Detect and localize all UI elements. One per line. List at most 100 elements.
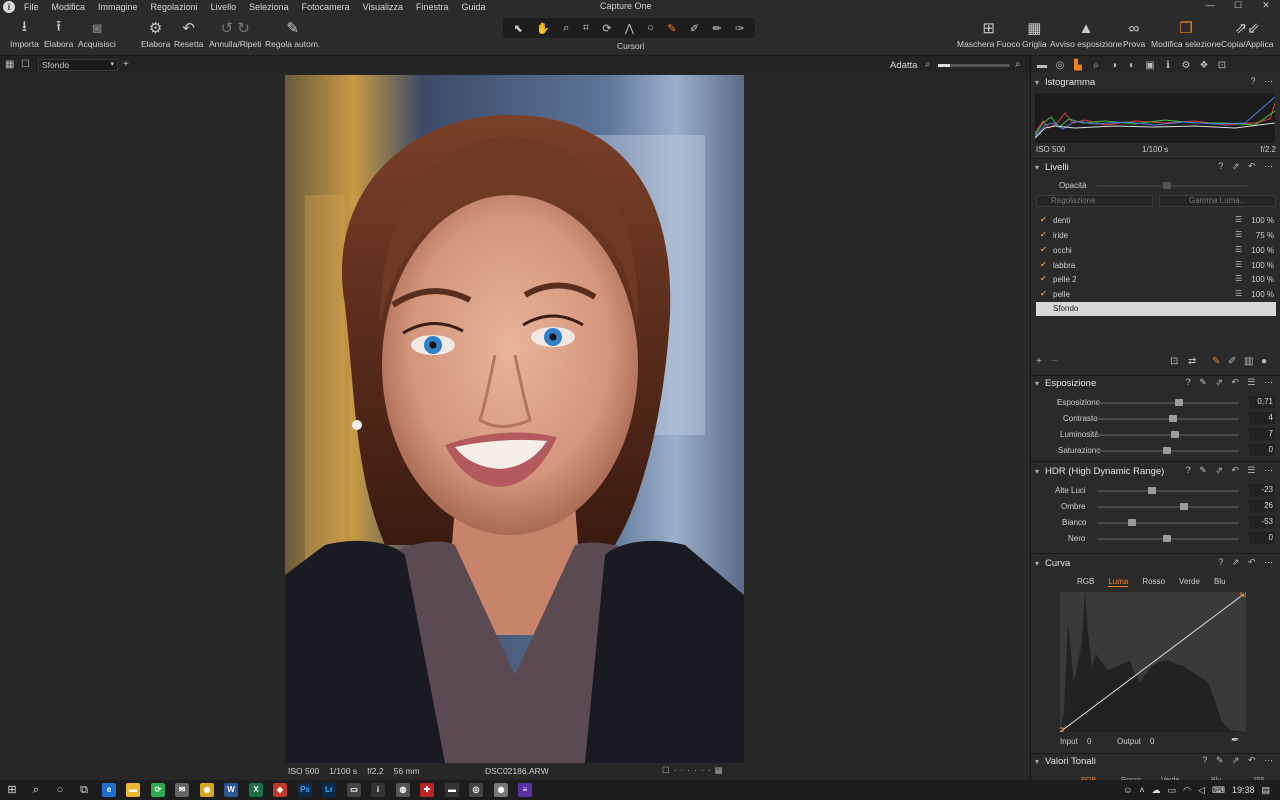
single-view-icon[interactable]: ☐ [21, 59, 30, 70]
mail-icon[interactable]: ✉ [175, 783, 189, 797]
picker-cursor-icon[interactable]: ✑ [735, 22, 744, 35]
layer-row[interactable]: ✔ pelle ☰ 100 % [1036, 288, 1276, 302]
photoshop-icon[interactable]: Ps [298, 783, 312, 797]
highlights-slider[interactable] [1097, 490, 1239, 492]
black-slider-thumb[interactable] [1163, 535, 1171, 542]
excel-icon[interactable]: X [249, 783, 263, 797]
edge-icon[interactable]: e [102, 783, 116, 797]
contrast-value[interactable]: 4 [1249, 412, 1275, 424]
opacity-slider[interactable] [1097, 185, 1247, 187]
mask-view-icon[interactable]: ⊡ [1170, 356, 1178, 367]
menu-seleziona[interactable]: Seleziona [249, 2, 289, 12]
keystone-cursor-icon[interactable]: ⋀ [625, 22, 634, 35]
search-icon[interactable]: ⌕ [29, 783, 43, 797]
menu-finestra[interactable]: Finestra [416, 2, 449, 12]
globe-icon[interactable]: ◍ [396, 783, 410, 797]
tab-blu[interactable]: Blu [1214, 577, 1226, 587]
histogram-header[interactable]: ▾ Istogramma ? ⋯ [1031, 75, 1280, 90]
opacity-slider-thumb[interactable] [1163, 182, 1171, 189]
wifi-icon[interactable]: ◠ [1183, 785, 1191, 796]
windows-start-icon[interactable]: ⊞ [5, 783, 19, 797]
exposure-value[interactable]: 0,71 [1249, 396, 1275, 408]
clock[interactable]: 19:38 [1232, 785, 1255, 795]
checkmark-icon[interactable]: ✔ [1040, 274, 1047, 283]
remove-layer-icon[interactable]: − [1052, 356, 1058, 367]
task-view-icon[interactable]: ⧉ [77, 783, 91, 797]
close-icon[interactable]: ✕ [1252, 0, 1280, 11]
white-slider-thumb[interactable] [1128, 519, 1136, 526]
styles-tab-icon[interactable]: ❖ [1198, 60, 1210, 71]
volume-icon[interactable]: ◁ [1198, 785, 1205, 796]
rotate-cursor-icon[interactable]: ⟳ [602, 22, 611, 35]
capture-one-taskbar-icon[interactable]: i [371, 783, 385, 797]
radial-gradient-icon[interactable]: ● [1261, 356, 1267, 367]
capture-button[interactable]: ◙ Acquisisci [78, 18, 116, 50]
checkmark-icon[interactable]: ✔ [1040, 260, 1047, 269]
adjust-icon[interactable]: ☰ [1235, 215, 1242, 224]
pan-cursor-icon[interactable]: ✋ [536, 22, 550, 35]
chevron-up-icon[interactable]: ˄ [1139, 785, 1144, 795]
menu-file[interactable]: File [24, 2, 39, 12]
undo-redo-button[interactable]: ↺ ↻ Annulla/Ripeti [209, 18, 261, 49]
keyboard-icon[interactable]: ⌨ [1212, 785, 1225, 796]
library-tab-icon[interactable]: ▬ [1036, 60, 1048, 71]
select-cursor-icon[interactable]: ⬉ [514, 22, 523, 35]
exposure-slider-thumb[interactable] [1175, 399, 1183, 406]
layer-row[interactable]: ✔ labbra ☰ 100 % [1036, 259, 1276, 273]
add-layer-icon[interactable]: + [1036, 356, 1042, 367]
adjust-icon[interactable]: ☰ [1235, 289, 1242, 298]
shadows-slider[interactable] [1097, 506, 1239, 508]
adjust-tab-icon[interactable]: ▙ [1072, 60, 1084, 71]
erase-cursor-icon[interactable]: ✐ [690, 22, 699, 35]
checkmark-icon[interactable]: ✔ [1040, 215, 1047, 224]
metadata-tab-icon[interactable]: ℹ [1162, 60, 1174, 71]
menu-guida[interactable]: Guida [462, 2, 486, 12]
minimize-icon[interactable]: — [1196, 0, 1224, 11]
sync-icon[interactable]: ⟳ [151, 783, 165, 797]
loupe-cursor-icon[interactable]: ⌕ [563, 22, 569, 35]
media-icon[interactable]: ◎ [469, 783, 483, 797]
section-menu-icon[interactable]: ? ⇗ ↶ ⋯ [1218, 161, 1276, 172]
layer-row[interactable]: ✔ pelle 2 ☰ 100 % [1036, 273, 1276, 287]
grid-view-icon[interactable]: ▦ [5, 59, 14, 70]
curve-editor[interactable] [1057, 590, 1247, 734]
draw-mask-icon[interactable]: ✎ [1212, 356, 1220, 367]
brightness-slider[interactable] [1097, 434, 1239, 436]
brightness-slider-thumb[interactable] [1171, 431, 1179, 438]
menu-immagine[interactable]: Immagine [98, 2, 138, 12]
contrast-slider-thumb[interactable] [1169, 415, 1177, 422]
section-menu-icon[interactable]: ? ✎ ⇗ ↶ ☰ ⋯ [1186, 465, 1276, 476]
edit-selection-button[interactable]: ❐ Modifica selezione [1151, 18, 1221, 49]
brush-cursor-icon[interactable]: ✎ [667, 22, 676, 35]
app2-icon[interactable]: ≡ [518, 783, 532, 797]
proof-button[interactable]: ∞ Prova [1123, 18, 1145, 50]
exposure-header[interactable]: ▾ Esposizione ? ✎ ⇗ ↶ ☰ ⋯ [1031, 376, 1280, 391]
process-gear-button[interactable]: ⚙ Elabora [141, 18, 170, 49]
layers-header[interactable]: ▾ Livelli ? ⇗ ↶ ⋯ [1031, 160, 1280, 175]
maximize-icon[interactable]: ☐ [1224, 0, 1252, 11]
tool-icon[interactable]: ✚ [420, 783, 434, 797]
notification-icon[interactable]: ▤ [1261, 785, 1270, 796]
color-tab-icon[interactable]: ◑ [1108, 60, 1120, 71]
layer-row[interactable]: ✔ iride ☰ 75 % [1036, 229, 1276, 243]
curve-header[interactable]: ▾ Curva ? ⇗ ↶ ⋯ [1031, 556, 1280, 571]
onedrive-icon[interactable]: ☁ [1152, 785, 1161, 796]
swap-icon[interactable]: ⇄ [1188, 356, 1196, 367]
tab-rosso[interactable]: Rosso [1142, 577, 1165, 587]
saturation-value[interactable]: 0 [1249, 444, 1275, 456]
hdr-header[interactable]: ▾ HDR (High Dynamic Range) ? ✎ ⇗ ↶ ☰ ⋯ [1031, 464, 1280, 479]
portrait-photo[interactable] [285, 75, 744, 763]
zoom-slider[interactable] [938, 64, 1010, 67]
eyedropper-icon[interactable]: ✒ [1231, 735, 1239, 746]
variant-select[interactable]: Sfondo ▾ [38, 59, 118, 71]
exposure-tab-icon[interactable]: ◐ [1126, 60, 1138, 71]
adjust-icon[interactable]: ☰ [1235, 260, 1242, 269]
erase-mask-icon[interactable]: ✐ [1228, 356, 1236, 367]
exposure-slider[interactable] [1097, 402, 1239, 404]
file-explorer-icon[interactable]: ▬ [126, 783, 140, 797]
shadows-slider-thumb[interactable] [1180, 503, 1188, 510]
black-value[interactable]: 0 [1249, 532, 1275, 544]
network-icon[interactable]: ▭ [1168, 785, 1177, 796]
menu-visualizza[interactable]: Visualizza [363, 2, 403, 12]
cortana-icon[interactable]: ○ [53, 783, 67, 797]
